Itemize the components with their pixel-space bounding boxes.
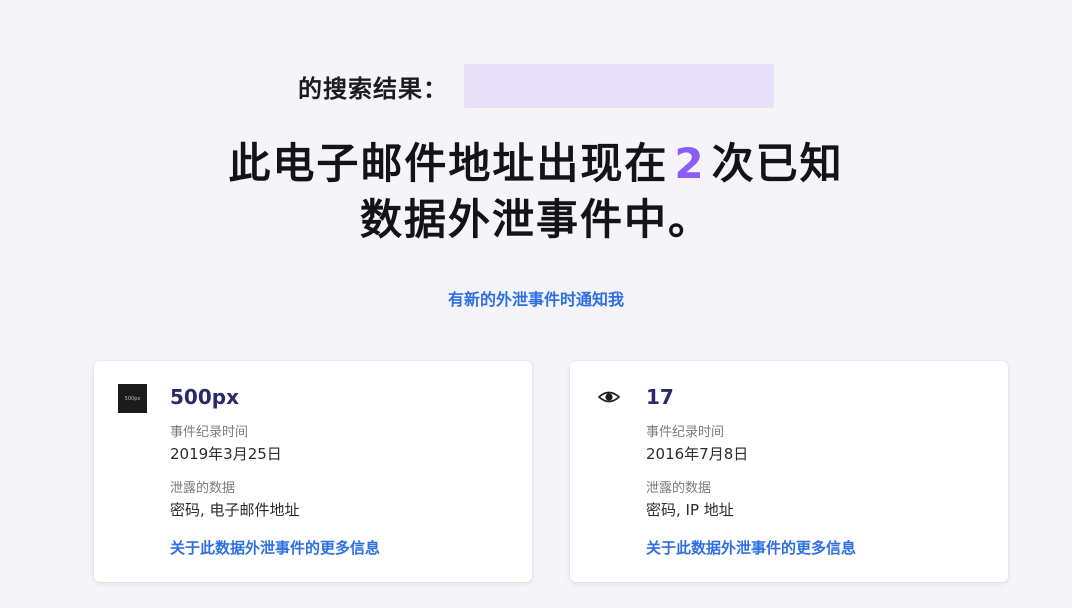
headline-suffix: 次已知 — [711, 139, 844, 188]
breach-count: 2 — [674, 139, 706, 188]
breached-data-label: 泄露的数据 — [646, 481, 712, 496]
breach-date: 2019年3月25日 — [170, 445, 282, 463]
breach-date-label: 事件纪录时间 — [646, 425, 725, 440]
breach-more-info-link[interactable]: 关于此数据外泄事件的更多信息 — [170, 537, 380, 558]
breached-data: 密码, 电子邮件地址 — [170, 501, 300, 519]
breach-name: 17 — [646, 385, 674, 409]
searched-email-highlight — [464, 64, 774, 108]
breached-data-label: 泄露的数据 — [170, 481, 236, 496]
headline-line-2: 数据外泄事件中。 — [359, 195, 712, 244]
500px-logo-icon: 500px — [118, 384, 147, 413]
page-title: 此电子邮件地址出现在 2 次已知 数据外泄事件中。 — [0, 136, 1072, 248]
breach-card-500px: 500px 500px 事件纪录时间 2019年3月25日 泄露的数据 密码, … — [94, 361, 532, 582]
breach-date: 2016年7月8日 — [646, 445, 749, 463]
breach-card-17: 17 事件纪录时间 2016年7月8日 泄露的数据 密码, IP 地址 关于此数… — [570, 361, 1008, 582]
notify-new-breaches-link[interactable]: 有新的外泄事件时通知我 — [0, 286, 1072, 310]
headline-line-1: 此电子邮件地址出现在 2 次已知 — [0, 136, 1072, 192]
headline-prefix: 此电子邮件地址出现在 — [228, 139, 669, 188]
page: 的搜索结果： 此电子邮件地址出现在 2 次已知 数据外泄事件中。 有新的外泄事件时通… — [0, 0, 1072, 608]
eye-icon — [598, 391, 620, 403]
breached-data: 密码, IP 地址 — [646, 501, 734, 519]
breach-date-label: 事件纪录时间 — [170, 425, 249, 440]
breach-more-info-link[interactable]: 关于此数据外泄事件的更多信息 — [646, 537, 856, 558]
search-result-label: 的搜索结果： — [298, 74, 448, 103]
breach-name: 500px — [170, 385, 239, 409]
search-result-header: 的搜索结果： — [0, 64, 1072, 108]
